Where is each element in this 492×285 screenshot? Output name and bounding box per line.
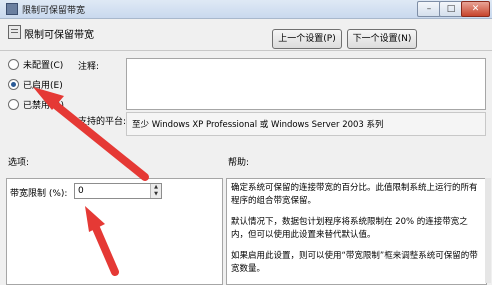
watermark-logo: php	[383, 242, 415, 263]
watermark-text: php	[415, 244, 434, 255]
watermark: php php	[383, 240, 483, 282]
arrow-to-bandwidth	[85, 206, 119, 276]
arrow-to-enabled	[33, 87, 149, 181]
